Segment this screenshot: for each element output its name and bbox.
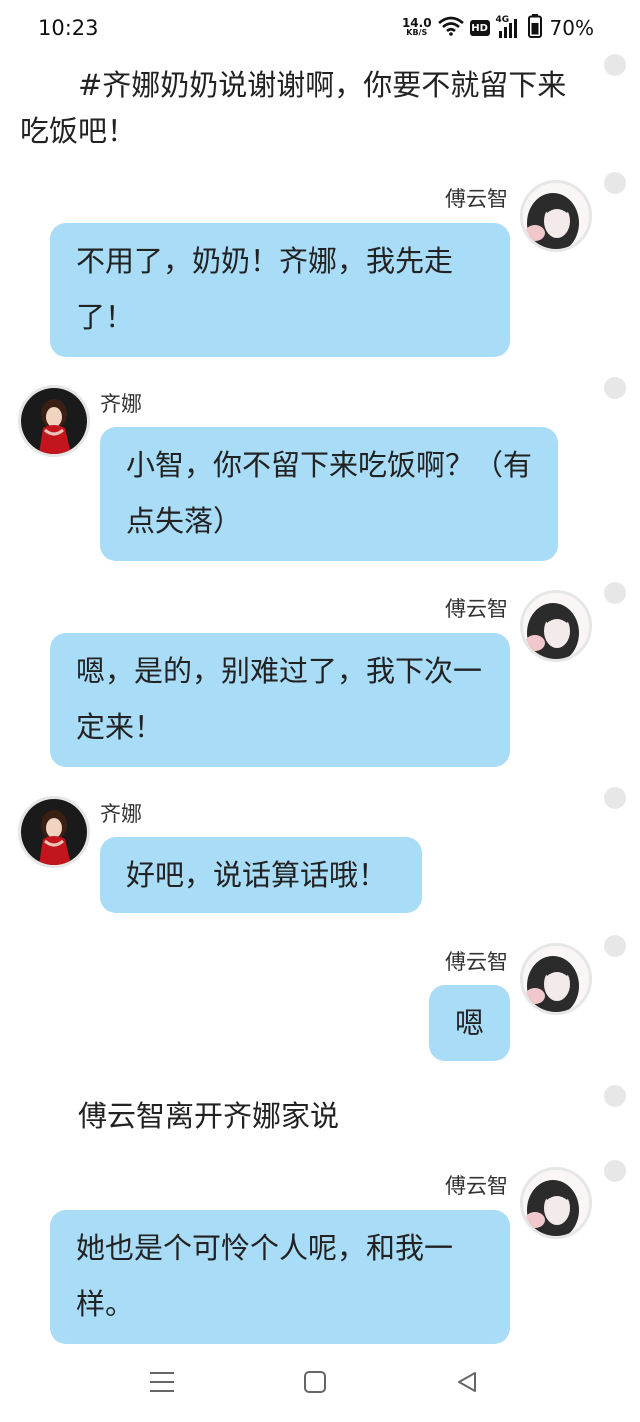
select-dot[interactable] bbox=[604, 582, 626, 604]
select-dot[interactable] bbox=[604, 172, 626, 194]
message-bubble[interactable]: 嗯 bbox=[429, 985, 510, 1061]
narration-text: 傅云智离开齐娜家说 bbox=[78, 1099, 340, 1133]
sender-name: 傅云智 bbox=[445, 950, 508, 974]
narration-text: #齐娜奶奶说谢谢啊，你要不就留下来吃饭吧！ bbox=[20, 68, 567, 148]
avatar-fuyunzhi[interactable] bbox=[520, 1167, 592, 1239]
home-square-icon bbox=[303, 1370, 327, 1398]
menu-button[interactable] bbox=[142, 1364, 182, 1404]
avatar-fuyunzhi[interactable] bbox=[520, 943, 592, 1015]
select-dot[interactable] bbox=[604, 54, 626, 76]
select-dot[interactable] bbox=[604, 787, 626, 809]
message-bubble[interactable]: 小智，你不留下来吃饭啊？（有点失落） bbox=[100, 427, 558, 561]
navigation-bar bbox=[0, 1342, 640, 1422]
select-dot[interactable] bbox=[604, 935, 626, 957]
sender-name: 齐娜 bbox=[100, 392, 142, 416]
avatar-qina[interactable] bbox=[18, 385, 90, 457]
message-bubble[interactable]: 她也是个可怜个人呢，和我一样。 bbox=[50, 1210, 510, 1344]
sender-name: 傅云智 bbox=[445, 597, 508, 621]
message-bubble[interactable]: 不用了，奶奶！齐娜，我先走了！ bbox=[50, 223, 510, 357]
select-dot[interactable] bbox=[604, 1160, 626, 1182]
avatar-fuyunzhi[interactable] bbox=[520, 180, 592, 252]
home-button[interactable] bbox=[295, 1364, 335, 1404]
sender-name: 齐娜 bbox=[100, 802, 142, 826]
back-triangle-icon bbox=[455, 1370, 479, 1398]
select-dot[interactable] bbox=[604, 1085, 626, 1107]
back-button[interactable] bbox=[447, 1364, 487, 1404]
sender-name: 傅云智 bbox=[445, 1174, 508, 1198]
chat-area: #齐娜奶奶说谢谢啊，你要不就留下来吃饭吧！ 傅云智 不用了，奶奶！齐娜，我先走了… bbox=[0, 0, 640, 1422]
menu-icon bbox=[150, 1371, 174, 1397]
avatar-fuyunzhi[interactable] bbox=[520, 590, 592, 662]
message-bubble[interactable]: 嗯，是的，别难过了，我下次一定来！ bbox=[50, 633, 510, 767]
sender-name: 傅云智 bbox=[445, 187, 508, 211]
select-dot[interactable] bbox=[604, 377, 626, 399]
avatar-qina[interactable] bbox=[18, 796, 90, 868]
message-bubble[interactable]: 好吧，说话算话哦！ bbox=[100, 837, 422, 913]
